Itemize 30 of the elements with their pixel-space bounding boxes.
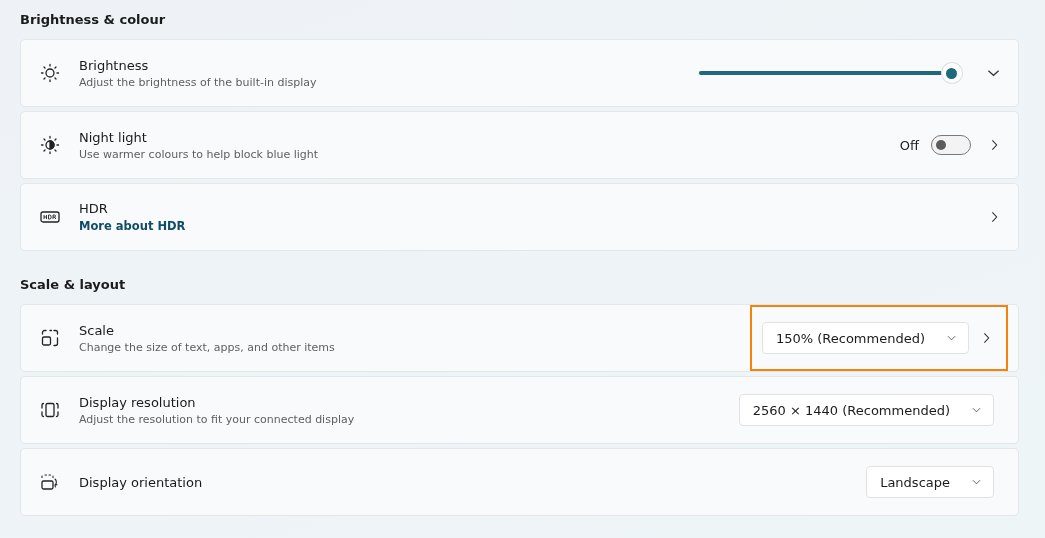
toggle-state-label: Off xyxy=(899,137,919,153)
setting-title: Display resolution xyxy=(79,394,197,410)
chevron-right-icon[interactable] xyxy=(991,211,998,223)
setting-description: Use warmer colours to help block blue light xyxy=(79,147,320,161)
setting-title: HDR xyxy=(79,201,109,216)
chevron-down-icon[interactable] xyxy=(987,69,1000,77)
dropdown[interactable]: Landscape xyxy=(866,466,994,498)
setting-title: Scale xyxy=(79,322,115,338)
chevron-down-icon xyxy=(972,407,981,413)
toggle-switch[interactable] xyxy=(931,135,971,155)
section-heading: Brightness & colour xyxy=(20,12,167,29)
more-about-link[interactable]: More about HDR xyxy=(79,219,186,233)
orientation-icon xyxy=(40,472,60,492)
section-heading: Scale & layout xyxy=(20,277,127,294)
scale-icon xyxy=(40,328,60,348)
chevron-down-icon xyxy=(947,335,956,341)
setting-title: Display orientation xyxy=(79,474,204,490)
setting-description: Adjust the brightness of the built-in display xyxy=(79,75,318,89)
setting-description: Change the size of text, apps, and other items xyxy=(79,340,336,354)
dropdown[interactable]: 2560 × 1440 (Recommended) xyxy=(738,394,994,426)
setting-title: Night light xyxy=(79,129,148,145)
setting-description: Adjust the resolution to fit your connected display xyxy=(79,412,356,426)
sun-icon xyxy=(40,63,60,83)
chevron-right-icon[interactable] xyxy=(991,139,998,151)
resolution-icon xyxy=(40,400,60,420)
dropdown[interactable]: 150% (Recommended) xyxy=(761,322,969,354)
half-moon-sun-icon xyxy=(40,135,60,155)
chevron-right-icon[interactable] xyxy=(983,332,990,344)
chevron-down-icon xyxy=(972,479,981,485)
setting-title: Brightness xyxy=(79,57,150,73)
